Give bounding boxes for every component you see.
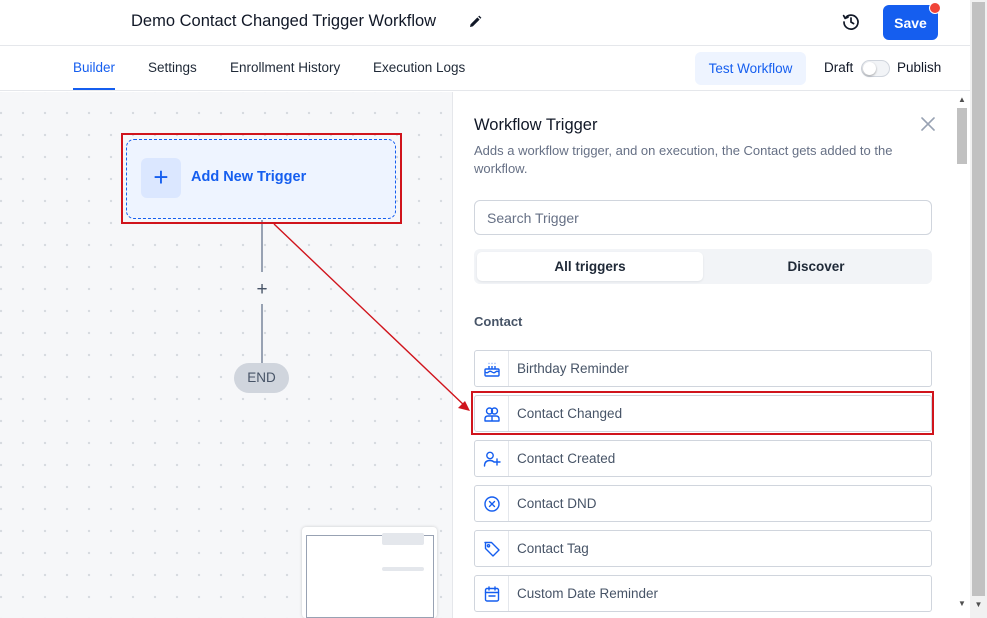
add-step-button[interactable]: + [253,280,271,300]
highlight-box-trigger [121,133,402,224]
active-tab-indicator [73,88,115,90]
connector-line [261,220,263,272]
tab-bar: Builder Settings Enrollment History Exec… [0,47,970,91]
highlight-box-contact-changed [471,391,934,435]
top-bar: Demo Contact Changed Trigger Workflow Sa… [0,0,970,46]
history-icon[interactable] [842,13,860,31]
publish-toggle[interactable] [861,60,890,77]
workflow-trigger-panel: Workflow Trigger Adds a workflow trigger… [452,92,953,618]
minimap-node [382,567,424,571]
panel-title: Workflow Trigger [474,116,598,134]
search-trigger-input[interactable] [474,200,932,235]
calendar-icon [475,576,509,611]
tab-all-triggers[interactable]: All triggers [477,252,703,281]
tab-discover[interactable]: Discover [703,252,929,281]
trigger-label: Contact Created [517,451,616,466]
close-icon[interactable] [920,116,936,132]
trigger-filter-segmented-control: All triggers Discover [474,249,932,284]
trigger-label: Contact Tag [517,541,589,556]
draft-label: Draft [824,60,854,75]
connector-line [261,304,263,364]
page-scroll-down-arrow[interactable]: ▼ [972,600,985,614]
tab-builder[interactable]: Builder [73,60,115,75]
panel-scroll-down-arrow[interactable]: ▼ [956,598,968,610]
toggle-knob [863,62,876,75]
trigger-custom-date-reminder[interactable]: Custom Date Reminder [474,575,932,612]
section-label-contact: Contact [474,314,523,329]
page-scrollbar-thumb[interactable] [972,2,985,596]
minimap[interactable] [302,527,437,618]
minimap-viewport [306,535,434,618]
tab-settings[interactable]: Settings [148,60,197,75]
workflow-title: Demo Contact Changed Trigger Workflow [131,12,437,30]
notification-dot [929,2,941,14]
circle-x-icon [475,486,509,521]
panel-description: Adds a workflow trigger, and on executio… [474,143,893,176]
trigger-birthday-reminder[interactable]: Birthday Reminder [474,350,932,387]
trigger-label: Custom Date Reminder [517,586,659,601]
minimap-node [382,533,424,545]
test-workflow-button[interactable]: Test Workflow [695,52,806,85]
tab-enrollment-history[interactable]: Enrollment History [230,60,340,75]
trigger-contact-dnd[interactable]: Contact DND [474,485,932,522]
publish-label: Publish [897,60,942,75]
trigger-contact-tag[interactable]: Contact Tag [474,530,932,567]
user-plus-icon [475,441,509,476]
trigger-contact-created[interactable]: Contact Created [474,440,932,477]
pencil-edit-icon[interactable] [468,15,482,29]
trigger-label: Contact DND [517,496,597,511]
birthday-cake-icon [475,351,509,386]
tag-icon [475,531,509,566]
panel-scroll-up-arrow[interactable]: ▲ [956,94,968,106]
trigger-label: Birthday Reminder [517,361,629,376]
tab-execution-logs[interactable]: Execution Logs [373,60,465,75]
panel-scrollbar-thumb[interactable] [957,108,967,164]
end-node: END [234,363,289,393]
